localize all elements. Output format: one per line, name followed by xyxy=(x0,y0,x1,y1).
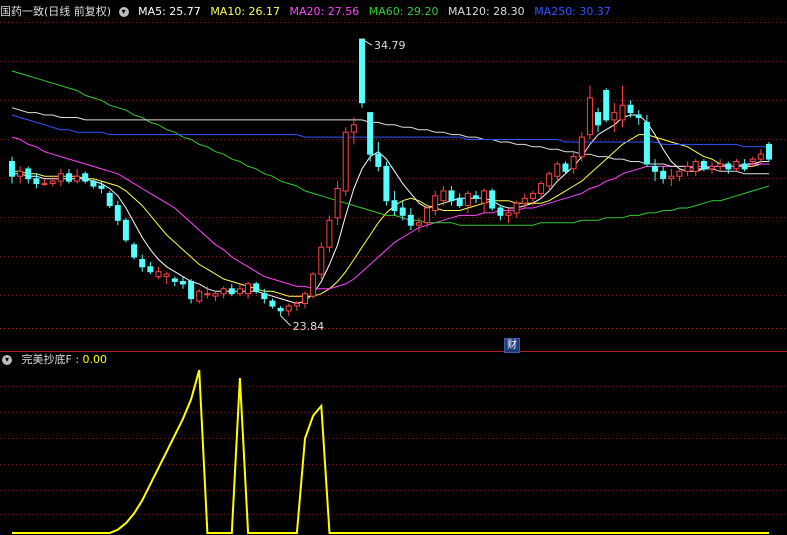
candle xyxy=(9,156,15,184)
candle xyxy=(464,190,471,213)
candle xyxy=(668,168,675,187)
candle xyxy=(578,132,585,162)
candle xyxy=(277,305,284,316)
ma5-label: MA5: 25.77 xyxy=(138,5,201,18)
ma250-label: MA250: 30.37 xyxy=(534,5,611,18)
candle xyxy=(245,281,251,299)
candle xyxy=(391,190,398,216)
candle xyxy=(383,161,390,206)
candle xyxy=(25,166,32,184)
candle xyxy=(220,286,227,299)
candle xyxy=(733,159,740,172)
candle xyxy=(310,271,317,299)
candle xyxy=(139,254,146,272)
indicator-panel-grid xyxy=(0,386,787,515)
ma60-label: MA60: 29.20 xyxy=(368,5,439,18)
candle xyxy=(538,181,545,199)
candle xyxy=(342,127,349,196)
candle xyxy=(448,186,455,206)
candle xyxy=(74,168,81,184)
finance-badge[interactable]: 财 xyxy=(504,338,520,353)
candle xyxy=(66,168,72,184)
candle xyxy=(513,200,520,218)
main-legend: 国药一致(日线 前复权) ▾ MA5: 25.77 MA10: 26.17 MA… xyxy=(0,4,617,20)
candle xyxy=(179,276,186,289)
candle xyxy=(285,303,292,316)
ma60-line xyxy=(11,70,770,226)
indicator-dropdown-icon[interactable]: ▾ xyxy=(2,355,12,365)
candle xyxy=(122,217,129,243)
candle xyxy=(359,38,365,108)
candle xyxy=(236,283,243,297)
indicator-legend: ▾ 完美抄底F : 0.00 xyxy=(0,352,113,368)
chart-title: 国药一致(日线 前复权) xyxy=(0,5,112,18)
candle xyxy=(228,283,235,297)
settings-dropdown-icon[interactable]: ▾ xyxy=(118,7,129,17)
candle xyxy=(147,261,154,275)
candle xyxy=(367,112,374,162)
candle xyxy=(643,115,650,167)
min-price-label-leader xyxy=(280,315,291,327)
candle xyxy=(350,117,357,145)
candle xyxy=(432,190,439,216)
candle xyxy=(595,107,601,133)
candle xyxy=(212,291,219,302)
candle xyxy=(635,110,642,125)
candle xyxy=(676,168,683,182)
candle xyxy=(489,188,496,211)
candle xyxy=(41,178,48,187)
candle xyxy=(741,159,748,172)
candle xyxy=(188,279,195,304)
main-panel-grid xyxy=(0,22,787,352)
candle xyxy=(407,208,414,231)
candle xyxy=(318,242,325,280)
moving-average-lines xyxy=(11,70,770,305)
candle xyxy=(163,271,170,284)
candle xyxy=(481,188,488,213)
candle xyxy=(717,159,724,172)
candle xyxy=(269,298,276,309)
candle xyxy=(57,168,64,187)
candle xyxy=(171,276,178,287)
candle xyxy=(497,205,504,221)
candle xyxy=(155,266,162,280)
candle xyxy=(684,161,691,177)
candle xyxy=(586,85,593,140)
candle xyxy=(554,161,561,182)
candle xyxy=(611,102,618,133)
candle xyxy=(546,171,553,191)
ma120-label: MA120: 28.30 xyxy=(447,5,525,18)
candle xyxy=(131,242,138,260)
indicator-series-line xyxy=(12,369,769,534)
candle xyxy=(709,161,715,174)
ma10-label: MA10: 26.17 xyxy=(210,5,281,18)
candle xyxy=(49,176,56,187)
indicator-line xyxy=(12,369,769,534)
indicator-title: 完美抄底F xyxy=(21,353,72,366)
candle xyxy=(17,166,24,184)
candle xyxy=(456,193,463,209)
candle xyxy=(766,141,772,162)
candle xyxy=(114,200,121,226)
candle xyxy=(326,215,333,253)
ma20-label: MA20: 27.56 xyxy=(289,5,360,18)
candle xyxy=(82,171,89,184)
indicator-value: : 0.00 xyxy=(75,353,108,366)
chart-canvas: 34.79 23.84 xyxy=(0,22,787,534)
candle xyxy=(725,161,732,174)
candle xyxy=(660,166,667,184)
candle xyxy=(652,159,658,182)
candle xyxy=(619,85,626,128)
candle xyxy=(106,190,113,209)
candle xyxy=(334,181,341,226)
candle xyxy=(692,159,699,177)
candle xyxy=(472,190,479,204)
candle xyxy=(375,141,382,172)
candle xyxy=(570,151,577,174)
candle xyxy=(302,291,308,309)
candle xyxy=(603,88,610,123)
max-price-label: 34.79 xyxy=(374,39,406,52)
min-price-label: 23.84 xyxy=(293,320,325,333)
candle xyxy=(196,288,203,304)
